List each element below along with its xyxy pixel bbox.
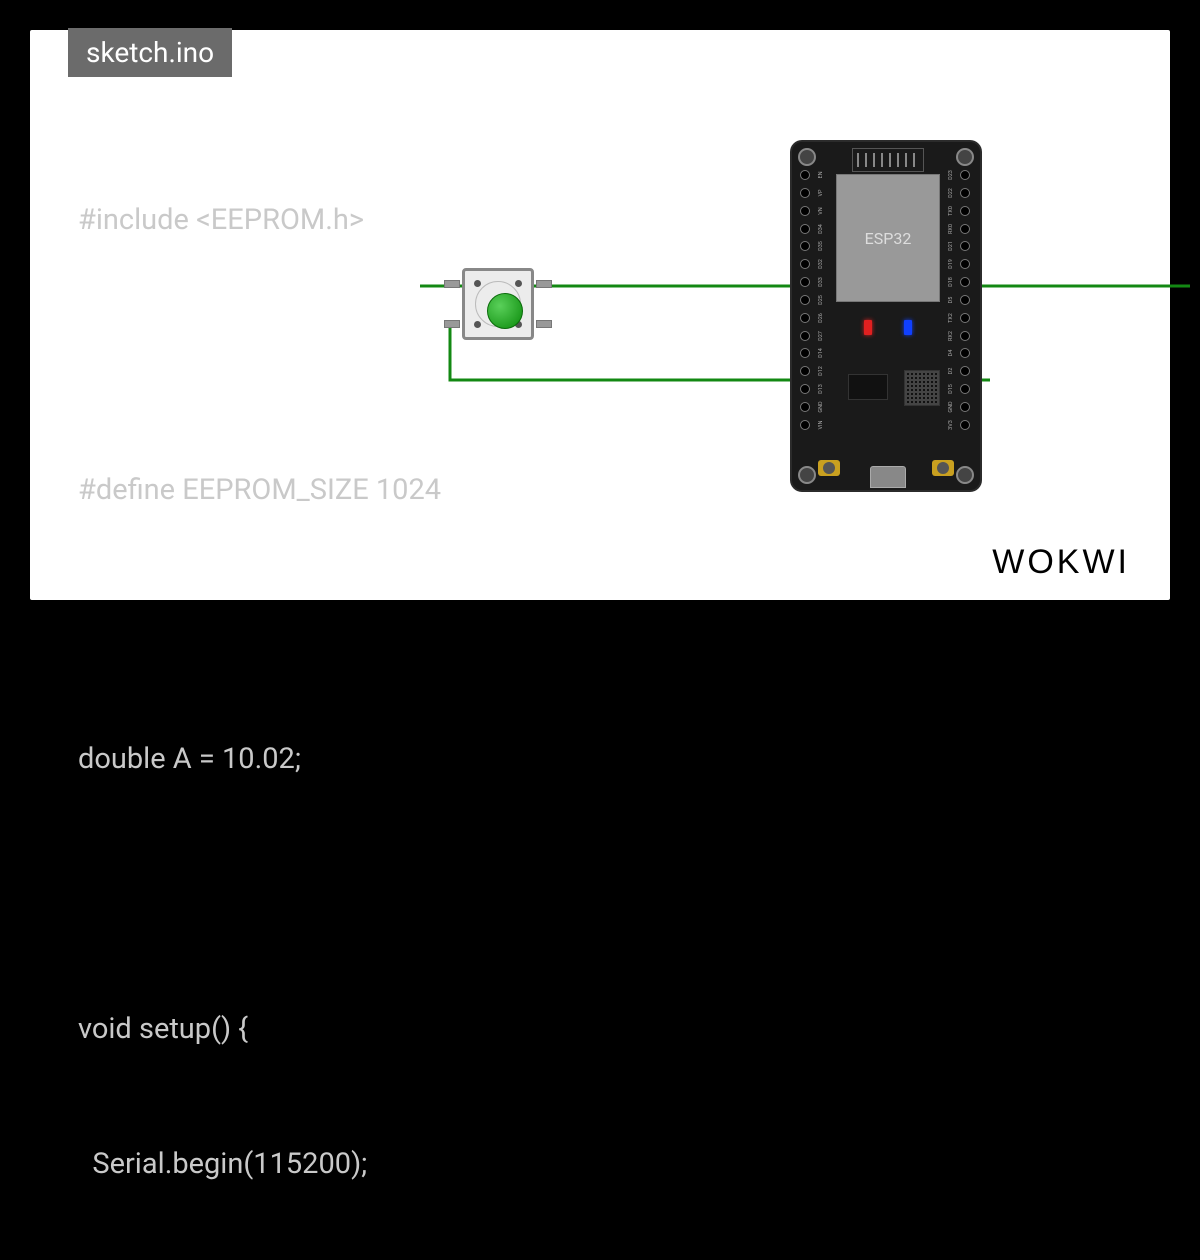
pin[interactable] — [800, 277, 810, 287]
pushbutton-pin[interactable] — [536, 320, 552, 328]
pin[interactable] — [800, 331, 810, 341]
pin[interactable] — [960, 224, 970, 234]
pin[interactable] — [800, 206, 810, 216]
pin[interactable] — [960, 295, 970, 305]
pin-labels-left: ENVPVND34D35D32D33D25D26D27D14D12D13GNDV… — [814, 170, 828, 430]
usb-port-icon — [870, 466, 906, 488]
pin[interactable] — [800, 224, 810, 234]
code-line — [78, 872, 612, 917]
pin-header-right[interactable] — [960, 170, 972, 430]
power-led-icon — [864, 320, 872, 335]
code-line: #define EEPROM_SIZE 1024 — [78, 468, 612, 513]
pin[interactable] — [800, 420, 810, 430]
pushbutton-body — [462, 268, 534, 340]
pin-header-left[interactable] — [800, 170, 812, 430]
pin[interactable] — [960, 402, 970, 412]
boot-button[interactable] — [818, 460, 840, 476]
screw-icon — [474, 280, 481, 287]
status-led-icon — [904, 320, 912, 335]
wifi-antenna-icon — [852, 148, 924, 172]
pin-labels-right: D23D22TX0RX0D21D19D18D5TX2RX2D4D2D15GND3… — [944, 170, 958, 430]
pin[interactable] — [960, 259, 970, 269]
pushbutton-pin[interactable] — [444, 320, 460, 328]
usb-serial-chip — [904, 370, 940, 406]
code-line: double A = 10.02; — [78, 737, 612, 782]
pin[interactable] — [960, 420, 970, 430]
mount-hole — [956, 466, 974, 484]
pin[interactable] — [960, 170, 970, 180]
pin[interactable] — [800, 366, 810, 376]
mount-hole — [798, 148, 816, 166]
code-line — [78, 603, 612, 648]
screw-icon — [515, 280, 522, 287]
pin[interactable] — [960, 331, 970, 341]
pin[interactable] — [800, 402, 810, 412]
code-line: #include <EEPROM.h> — [78, 198, 612, 243]
pin[interactable] — [800, 348, 810, 358]
pin[interactable] — [960, 241, 970, 251]
code-line: void setup() { — [78, 1007, 612, 1052]
pin[interactable] — [800, 188, 810, 198]
pushbutton-pin[interactable] — [444, 280, 460, 288]
code-line: Serial.begin(115200); — [78, 1142, 612, 1187]
pushbutton-component[interactable] — [458, 264, 538, 344]
pin[interactable] — [800, 241, 810, 251]
pin[interactable] — [800, 384, 810, 394]
pin[interactable] — [960, 277, 970, 287]
enable-button[interactable] — [932, 460, 954, 476]
esp32-chip: ESP32 — [836, 174, 940, 302]
pin[interactable] — [960, 188, 970, 198]
pin[interactable] — [960, 366, 970, 376]
filename-tab[interactable]: sketch.ino — [68, 28, 232, 77]
wokwi-logo: WOKWI — [992, 543, 1130, 582]
mount-hole — [798, 466, 816, 484]
esp32-board[interactable]: ENVPVND34D35D32D33D25D26D27D14D12D13GNDV… — [790, 140, 982, 492]
pin[interactable] — [800, 313, 810, 323]
pushbutton-cap[interactable] — [487, 293, 523, 329]
pin[interactable] — [800, 170, 810, 180]
regulator-chip — [848, 374, 888, 400]
pin[interactable] — [960, 348, 970, 358]
pin[interactable] — [960, 206, 970, 216]
preview-card: sketch.ino #include <EEPROM.h> #define E… — [30, 30, 1170, 600]
pin[interactable] — [960, 313, 970, 323]
screw-icon — [474, 321, 481, 328]
pushbutton-pin[interactable] — [536, 280, 552, 288]
pin[interactable] — [800, 295, 810, 305]
pin[interactable] — [960, 384, 970, 394]
mount-hole — [956, 148, 974, 166]
pin[interactable] — [800, 259, 810, 269]
